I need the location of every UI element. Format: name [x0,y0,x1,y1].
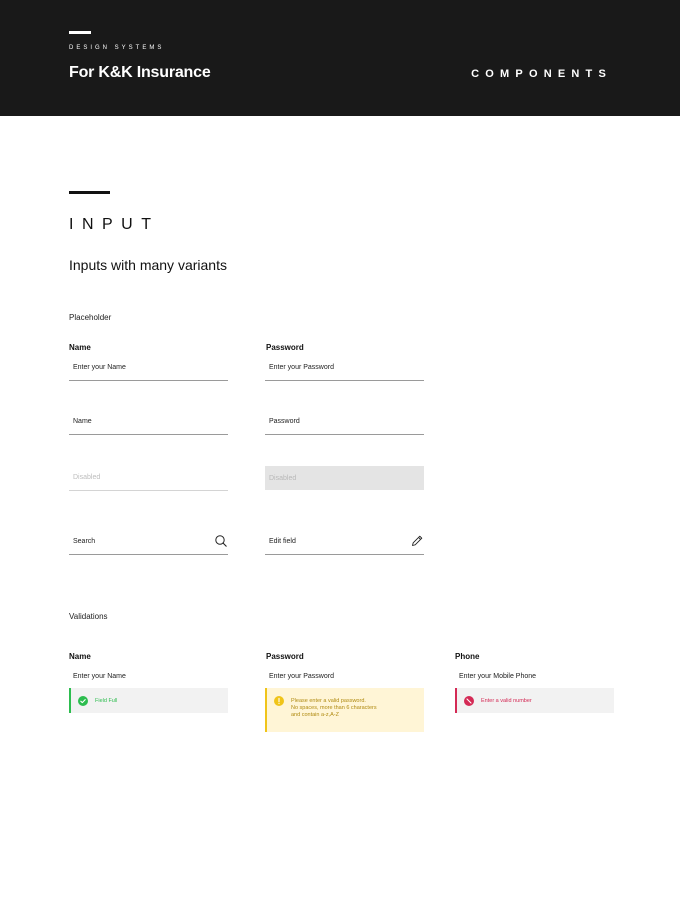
error-block-icon [464,696,474,706]
warning-line-2: No spaces, more than 6 characters [291,705,377,711]
password-input[interactable]: Enter your Password [265,355,424,381]
warning-message-text: Please enter a valid password. No spaces… [291,698,377,719]
password-field-label: Password [266,343,304,352]
disabled-filled-input: Disabled [265,466,424,490]
section-subtitle: Inputs with many variants [69,257,227,273]
name-input[interactable]: Enter your Name [69,355,228,381]
disabled-input: Disabled [69,465,228,491]
header-eyebrow: DESIGN SYSTEMS [69,45,165,51]
success-check-icon [78,696,88,706]
disabled-filled-input-text: Disabled [269,475,297,482]
validation-name-placeholder: Enter your Name [73,673,126,680]
section-accent-bar [69,191,110,194]
validation-phone-input[interactable]: Enter your Mobile Phone [455,664,614,688]
success-message-text: Field Full [95,698,118,704]
warning-line-1: Please enter a valid password. [291,698,366,704]
warning-line-3: and contain a-z,A-Z [291,712,339,718]
validation-phone-label: Phone [455,652,480,661]
error-message: Enter a valid number [455,688,614,713]
validation-name-input[interactable]: Enter your Name [69,664,228,688]
name-plain-input[interactable]: Name [69,409,228,435]
password-plain-placeholder: Password [269,418,300,425]
name-field-label: Name [69,343,91,352]
header-section-label: COMPONENTS [471,68,612,80]
edit-field-input[interactable]: Edit field [265,529,424,555]
success-message: Field Full [69,688,228,713]
validation-password-placeholder: Enter your Password [269,673,334,680]
error-message-text: Enter a valid number [481,698,532,704]
name-input-placeholder: Enter your Name [73,364,126,371]
warning-message: Please enter a valid password. No spaces… [265,688,424,732]
password-input-placeholder: Enter your Password [269,364,334,371]
search-icon[interactable] [214,534,228,548]
pencil-icon[interactable] [410,534,424,548]
section-title: INPUT [69,216,160,233]
edit-field-placeholder: Edit field [269,538,296,545]
disabled-input-text: Disabled [73,474,101,481]
name-plain-placeholder: Name [73,418,92,425]
validation-name-label: Name [69,652,91,661]
search-input[interactable]: Search [69,529,228,555]
warning-exclamation-icon [274,696,284,706]
validations-group-label: Validations [69,612,108,621]
header-accent-bar [69,31,91,34]
validation-password-input[interactable]: Enter your Password [265,664,424,688]
page-header: DESIGN SYSTEMS For K&K Insurance COMPONE… [0,0,680,116]
header-brand: For K&K Insurance [69,64,211,81]
validation-phone-placeholder: Enter your Mobile Phone [459,673,537,680]
search-input-placeholder: Search [73,538,96,545]
password-plain-input[interactable]: Password [265,409,424,435]
validation-password-label: Password [266,652,304,661]
placeholder-group-label: Placeholder [69,313,112,322]
